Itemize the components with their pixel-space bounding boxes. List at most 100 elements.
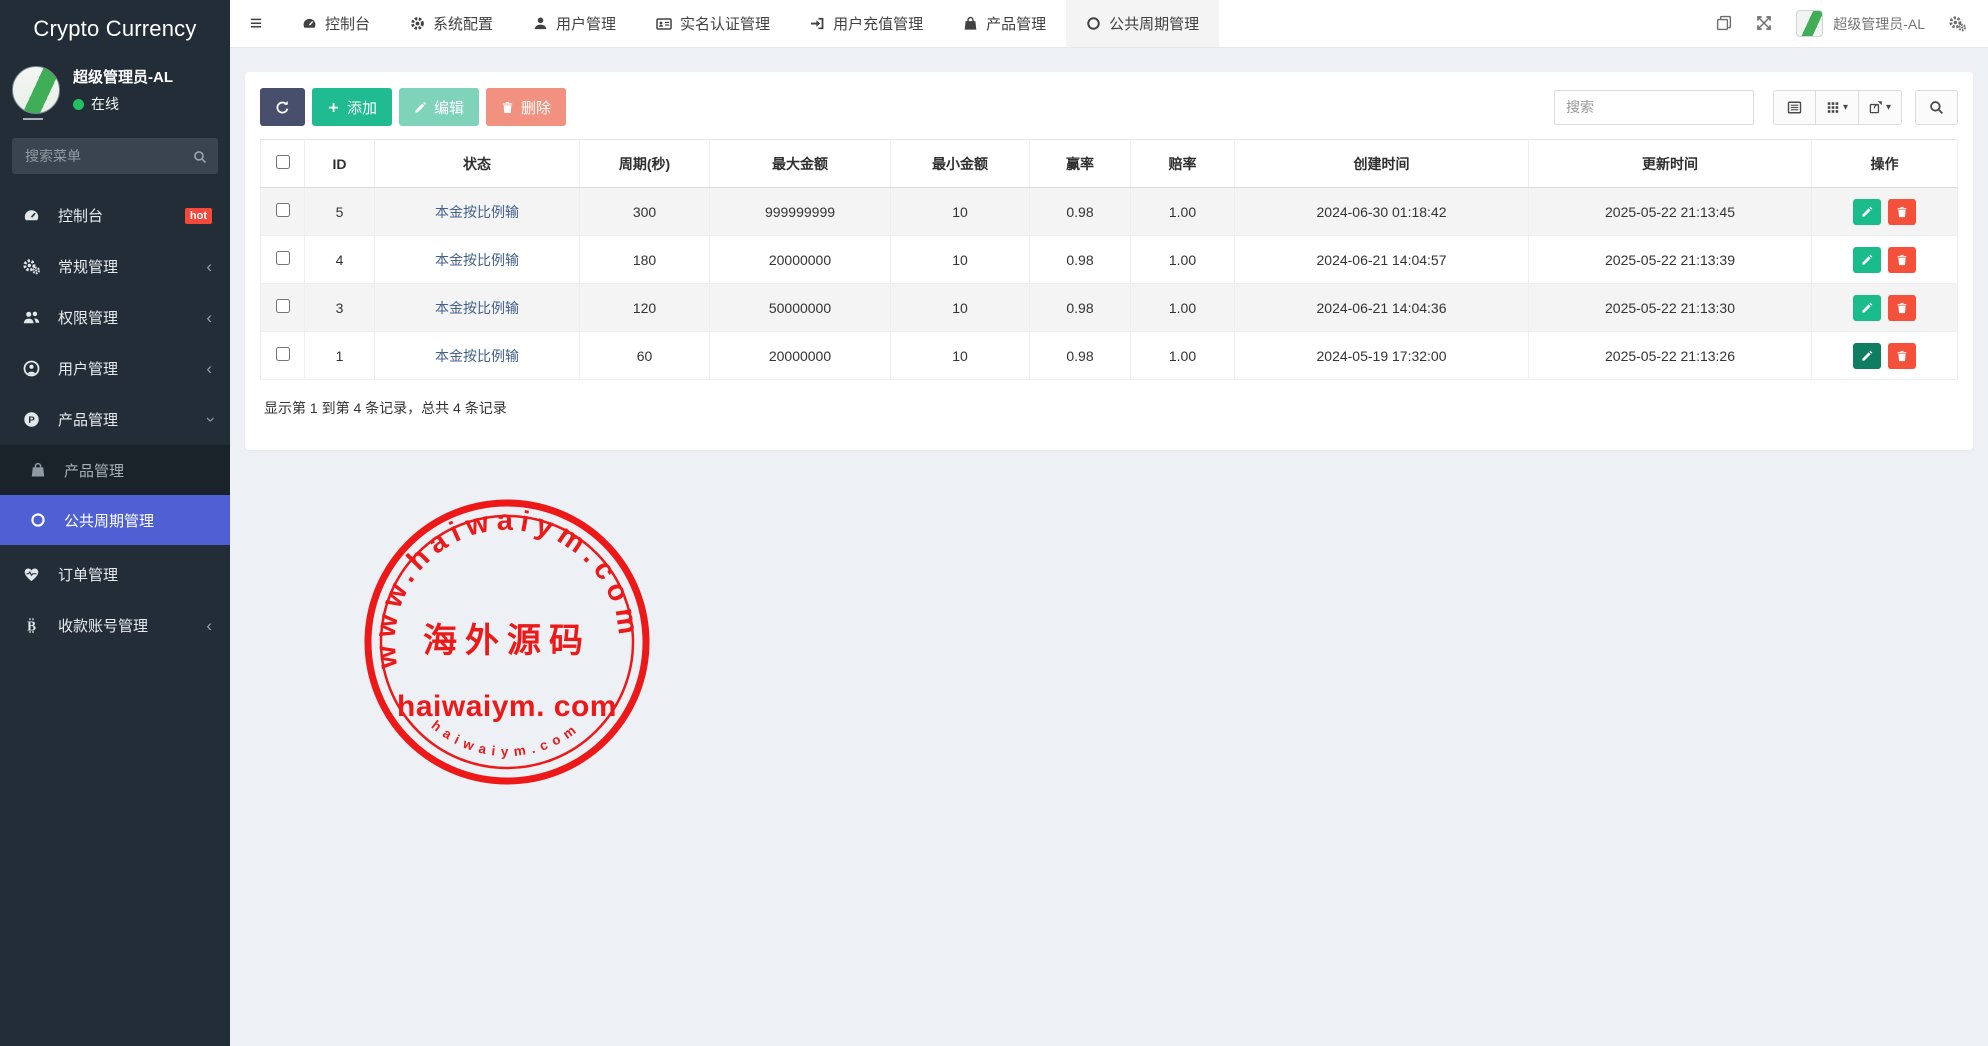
avatar[interactable] <box>1796 10 1823 37</box>
cogs-icon <box>23 258 47 275</box>
sidebar-item-general[interactable]: 常规管理 ‹ <box>0 241 230 292</box>
row-delete-button[interactable] <box>1888 247 1916 273</box>
sidebar-subitem-product-manage[interactable]: 产品管理 <box>0 445 230 495</box>
row-checkbox[interactable] <box>276 347 290 361</box>
tab-public-cycle[interactable]: 公共周期管理 <box>1066 0 1219 47</box>
tab-label: 实名认证管理 <box>680 13 770 34</box>
cell-period: 300 <box>580 188 710 236</box>
col-win-rate[interactable]: 赢率 <box>1030 140 1131 188</box>
bitcoin-icon <box>23 617 47 634</box>
cell-updated: 2025-05-22 21:13:30 <box>1529 284 1812 332</box>
cell-created: 2024-06-30 01:18:42 <box>1235 188 1529 236</box>
col-odds[interactable]: 赔率 <box>1131 140 1235 188</box>
tab-user-manage[interactable]: 用户管理 <box>513 0 636 47</box>
tab-system-config[interactable]: 系统配置 <box>390 0 513 47</box>
row-checkbox[interactable] <box>276 251 290 265</box>
navbar-right: 超级管理员-AL <box>1716 0 1988 47</box>
row-delete-button[interactable] <box>1888 199 1916 225</box>
shopping-bag-icon <box>963 16 978 31</box>
sidebar-item-label: 订单管理 <box>58 564 118 585</box>
tab-identity-verify[interactable]: 实名认证管理 <box>636 0 790 47</box>
row-edit-button[interactable] <box>1853 247 1881 273</box>
tab-label: 系统配置 <box>433 13 493 34</box>
cell-status[interactable]: 本金按比例输 <box>435 204 519 220</box>
row-edit-button[interactable] <box>1853 295 1881 321</box>
col-period[interactable]: 周期(秒) <box>580 140 710 188</box>
edit-button-label: 编辑 <box>434 97 464 118</box>
export-button[interactable]: ▾ <box>1859 90 1902 125</box>
data-card: 添加 编辑 删除 ▾ ▾ <box>245 72 1973 450</box>
col-min-amount[interactable]: 最小金额 <box>891 140 1030 188</box>
fullscreen-icon[interactable] <box>1756 15 1772 33</box>
sidebar-subitem-public-cycle[interactable]: 公共周期管理 <box>0 495 230 545</box>
navbar-user-name[interactable]: 超级管理员-AL <box>1833 14 1925 34</box>
sidebar-item-label: 收款账号管理 <box>58 615 148 636</box>
search-icon <box>193 148 207 166</box>
row-delete-button[interactable] <box>1888 295 1916 321</box>
sidebar-item-orders[interactable]: 订单管理 <box>0 549 230 600</box>
cell-status[interactable]: 本金按比例输 <box>435 300 519 316</box>
cell-win: 0.98 <box>1030 284 1131 332</box>
tab-label: 控制台 <box>325 13 370 34</box>
cell-period: 60 <box>580 332 710 380</box>
sidebar-search <box>12 138 218 174</box>
cell-odds: 1.00 <box>1131 332 1235 380</box>
tab-user-recharge[interactable]: 用户充值管理 <box>790 0 943 47</box>
dashboard-icon <box>23 207 47 224</box>
cell-status[interactable]: 本金按比例输 <box>435 252 519 268</box>
cell-created: 2024-05-19 17:32:00 <box>1235 332 1529 380</box>
cell-status[interactable]: 本金按比例输 <box>435 348 519 364</box>
cell-id: 1 <box>305 332 375 380</box>
columns-toggle-button[interactable]: ▾ <box>1816 90 1859 125</box>
tab-label: 公共周期管理 <box>1109 13 1199 34</box>
user-name: 超级管理员-AL <box>73 66 173 87</box>
row-checkbox[interactable] <box>276 203 290 217</box>
cell-created: 2024-06-21 14:04:36 <box>1235 284 1529 332</box>
sidebar: Crypto Currency 超级管理员-AL 在线 控制台 hot 常规管理… <box>0 0 230 1046</box>
sign-in-icon <box>810 16 825 31</box>
search-toggle-button[interactable] <box>1915 90 1958 125</box>
cell-id: 5 <box>305 188 375 236</box>
sidebar-submenu: 产品管理 公共周期管理 <box>0 445 230 545</box>
sidebar-item-label: 用户管理 <box>58 358 118 379</box>
sidebar-item-payment-accounts[interactable]: 收款账号管理 ‹ <box>0 600 230 651</box>
chevron-left-icon: ‹ <box>206 360 212 377</box>
cell-period: 120 <box>580 284 710 332</box>
cell-min: 10 <box>891 188 1030 236</box>
sidebar-item-users[interactable]: 用户管理 ‹ <box>0 343 230 394</box>
col-status[interactable]: 状态 <box>375 140 580 188</box>
col-created-at[interactable]: 创建时间 <box>1235 140 1529 188</box>
sidebar-item-permissions[interactable]: 权限管理 ‹ <box>0 292 230 343</box>
sidebar-subitem-label: 公共周期管理 <box>64 510 154 531</box>
cell-win: 0.98 <box>1030 332 1131 380</box>
row-checkbox[interactable] <box>276 299 290 313</box>
add-button[interactable]: 添加 <box>312 88 392 126</box>
table-search-input[interactable] <box>1554 90 1754 125</box>
user-circle-icon <box>23 360 47 377</box>
pagination-summary: 显示第 1 到第 4 条记录，总共 4 条记录 <box>264 398 1958 418</box>
row-edit-button[interactable] <box>1853 343 1881 369</box>
delete-button-label: 删除 <box>521 97 551 118</box>
sidebar-item-dashboard[interactable]: 控制台 hot <box>0 190 230 241</box>
row-edit-button[interactable] <box>1853 199 1881 225</box>
select-all-checkbox[interactable] <box>276 155 290 169</box>
settings-cogs-icon[interactable] <box>1949 15 1966 33</box>
clone-icon[interactable] <box>1716 15 1732 33</box>
col-max-amount[interactable]: 最大金额 <box>710 140 891 188</box>
edit-button[interactable]: 编辑 <box>399 88 479 126</box>
menu-toggle-icon[interactable]: ≡ <box>230 0 282 47</box>
cell-created: 2024-06-21 14:04:57 <box>1235 236 1529 284</box>
sidebar-item-products[interactable]: 产品管理 ‹ <box>0 394 230 445</box>
row-delete-button[interactable] <box>1888 343 1916 369</box>
sidebar-search-input[interactable] <box>12 138 218 174</box>
delete-button[interactable]: 删除 <box>486 88 566 126</box>
sidebar-item-label: 产品管理 <box>58 409 118 430</box>
col-updated-at[interactable]: 更新时间 <box>1529 140 1812 188</box>
chevron-left-icon: ‹ <box>206 617 212 634</box>
tab-product-manage[interactable]: 产品管理 <box>943 0 1066 47</box>
detail-view-button[interactable] <box>1773 90 1816 125</box>
refresh-button[interactable] <box>260 88 305 126</box>
col-id[interactable]: ID <box>305 140 375 188</box>
gear-icon <box>410 16 425 31</box>
tab-dashboard[interactable]: 控制台 <box>282 0 390 47</box>
